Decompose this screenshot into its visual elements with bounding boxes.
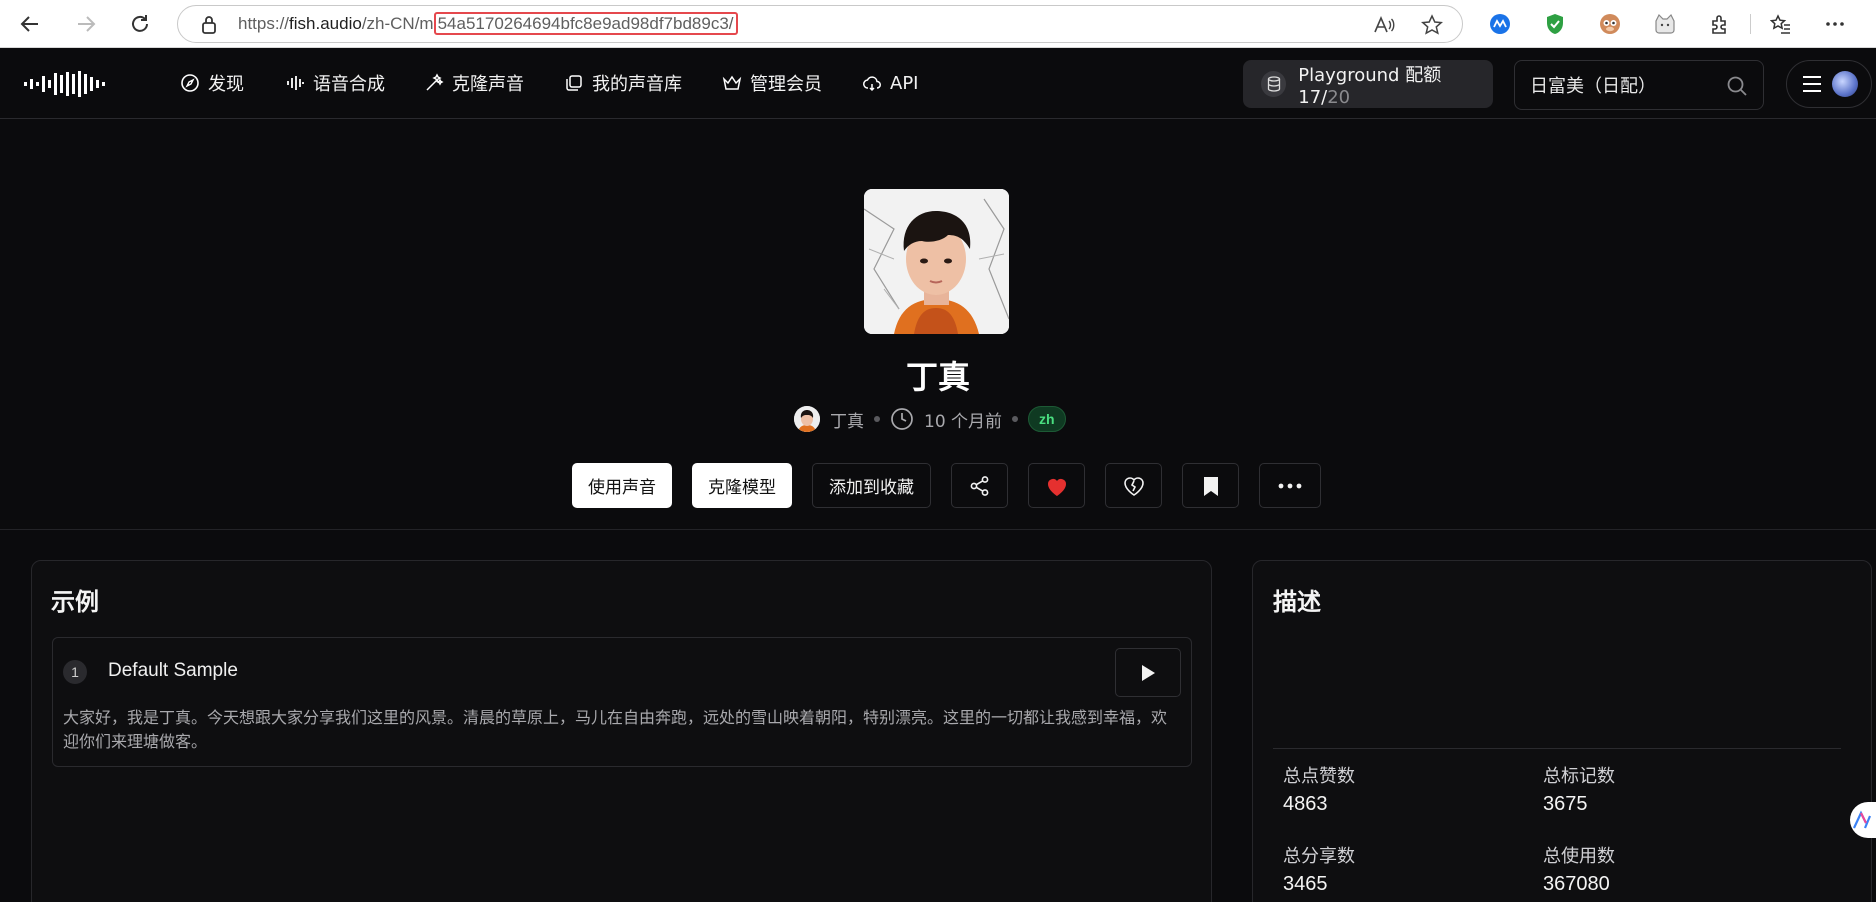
address-bar[interactable]: https://fish.audio/zh-CN/m 54a5170264694b… [177,5,1463,43]
search-icon[interactable] [1725,74,1749,98]
total-likes-label: 总点赞数 [1283,766,1355,787]
bookmark-button[interactable] [1182,463,1239,508]
quota-used: 17/ [1298,86,1328,108]
nav-label: 语音合成 [313,74,385,95]
sample-index: 1 [63,660,87,684]
created-time: 10 个月前 [924,411,1003,432]
total-uses-label: 总使用数 [1543,846,1615,867]
description-title: 描述 [1273,588,1321,616]
user-menu-button[interactable] [1786,60,1872,108]
separator-dot [1012,416,1019,422]
cloud-icon [863,76,881,92]
nav-discover[interactable]: 发现 [180,70,244,96]
playground-quota[interactable]: Playground 配额 17/20 [1243,60,1493,108]
database-icon [1261,71,1287,97]
crown-icon [722,75,742,90]
cat-extension-icon[interactable] [1652,11,1678,37]
total-marks-value: 3675 [1543,793,1588,815]
compass-icon [181,74,199,92]
bookmark-icon [1203,476,1218,496]
hamburger-menu-icon [1803,76,1821,92]
total-uses-value: 367080 [1543,873,1610,895]
total-shares-value: 3465 [1283,873,1328,895]
reload-button[interactable] [124,8,156,40]
toolbar-divider [1750,14,1751,34]
heart-filled-icon [1047,478,1066,496]
monkey-extension-icon[interactable] [1597,11,1623,37]
arrow-left-icon [20,16,38,32]
total-marks-label: 总标记数 [1543,766,1615,787]
nav-membership[interactable]: 管理会员 [722,70,822,96]
site-header: 发现 语音合成 克隆声音 我的声音库 管理会员 API Playground 配… [0,48,1876,119]
extensions-puzzle-icon[interactable] [1707,11,1733,37]
model-meta: 丁真 10 个月前 zh [794,405,1066,433]
url-path: /zh-CN/m [361,14,434,33]
magic-wand-icon [426,73,444,91]
quota-label: Playground 配额 [1298,64,1442,86]
url-text[interactable]: https://fish.audio/zh-CN/m 54a5170264694b… [238,6,738,42]
share-button[interactable] [951,463,1008,508]
action-bar: 使用声音 克隆模型 添加到收藏 [0,463,1876,509]
nav-label: 我的声音库 [592,74,682,95]
fish-audio-logo[interactable] [24,70,110,103]
author-name[interactable]: 丁真 [830,407,864,432]
nav-tts[interactable]: 语音合成 [285,70,385,96]
voice-model-avatar [864,189,1009,334]
sample-name: Default Sample [108,660,238,681]
lock-icon [202,16,216,34]
nav-label: API [890,72,919,94]
extension-blue-icon[interactable] [1487,11,1513,37]
browser-toolbar: https://fish.audio/zh-CN/m 54a5170264694b… [0,0,1876,48]
nav-api[interactable]: API [862,70,918,96]
dislike-button[interactable] [1105,463,1162,508]
url-scheme: https:// [238,14,290,33]
add-to-collection-button[interactable]: 添加到收藏 [812,463,931,508]
library-icon [566,75,582,91]
arrow-right-icon [78,16,96,32]
nav-label: 克隆声音 [452,74,524,95]
nav-label: 发现 [208,74,244,95]
stats-divider [1273,748,1841,749]
search-value: 日富美（日配） [1530,76,1656,97]
reload-icon [132,15,148,32]
back-button[interactable] [14,8,46,40]
waveform-icon [287,76,304,90]
more-options-icon[interactable] [1822,11,1848,37]
more-dots-icon [1278,483,1302,488]
sample-transcript: 大家好，我是丁真。今天想跟大家分享我们这里的风景。清晨的草原上，马儿在自由奔跑，… [63,708,1168,751]
forward-button[interactable] [70,8,102,40]
user-avatar [1832,71,1858,97]
like-button[interactable] [1028,463,1085,508]
samples-title: 示例 [51,588,99,616]
use-voice-button[interactable]: 使用声音 [572,463,672,508]
share-icon [970,475,988,496]
search-input[interactable]: 日富美（日配） [1514,60,1764,110]
separator-dot [874,416,880,422]
author-avatar[interactable] [794,406,820,432]
nav-clone-voice[interactable]: 克隆声音 [424,70,524,96]
broken-heart-icon [1123,476,1144,496]
read-aloud-icon[interactable] [1373,15,1395,35]
shield-extension-icon[interactable] [1542,11,1568,37]
nav-voice-library[interactable]: 我的声音库 [564,70,682,96]
total-likes-value: 4863 [1283,793,1328,815]
clock-icon [891,408,913,430]
more-actions-button[interactable] [1259,463,1321,508]
clone-model-button[interactable]: 克隆模型 [692,463,792,508]
favorites-list-icon[interactable] [1768,11,1794,37]
favorite-star-icon[interactable] [1421,14,1443,36]
quota-total: 20 [1327,86,1351,108]
total-shares-label: 总分享数 [1283,846,1355,867]
play-icon [1142,664,1155,681]
sample-item: 1 Default Sample 大家好，我是丁真。今天想跟大家分享我们这里的风… [52,637,1192,767]
url-host: fish.audio [289,14,362,33]
page-title: 丁真 [905,358,970,396]
play-button[interactable] [1115,648,1181,697]
language-badge: zh [1028,406,1066,432]
url-highlighted-segment: 54a5170264694bfc8e9ad98df7bd89c3/ [433,12,738,35]
nav-label: 管理会员 [750,74,822,95]
section-divider [0,529,1876,530]
